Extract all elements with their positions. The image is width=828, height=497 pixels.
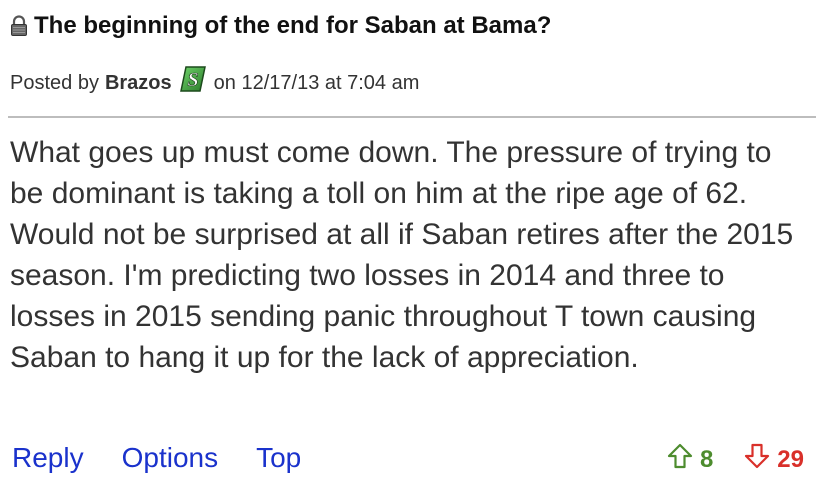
downvote-arrow-icon [743, 442, 777, 477]
author-badge-icon: S [178, 64, 208, 94]
post-meta: Posted by Brazos S on 12/17/13 at 7:04 a… [10, 66, 420, 98]
header-divider [8, 116, 816, 118]
post-date: on 12/17/13 at 7:04 am [213, 71, 420, 94]
upvote-count: 8 [699, 445, 714, 473]
forum-post: The beginning of the end for Saban at Ba… [0, 0, 828, 497]
post-title: The beginning of the end for Saban at Ba… [34, 12, 552, 39]
lock-icon [10, 15, 28, 37]
upvote-arrow-icon [666, 442, 700, 477]
post-title-row: The beginning of the end for Saban at Ba… [10, 12, 551, 40]
posted-by-label: Posted by [10, 71, 99, 94]
vote-controls: 8 29 [666, 442, 804, 477]
downvote-button[interactable]: 29 [743, 442, 804, 477]
downvote-count: 29 [777, 445, 804, 473]
top-link[interactable]: Top [256, 442, 301, 474]
post-actions: Reply Options Top [12, 442, 301, 474]
options-link[interactable]: Options [122, 442, 219, 474]
upvote-button[interactable]: 8 [666, 442, 713, 477]
post-body: What goes up must come down. The pressur… [10, 136, 794, 374]
author-name[interactable]: Brazos [105, 72, 172, 95]
svg-text:S: S [187, 69, 198, 91]
reply-link[interactable]: Reply [12, 442, 84, 474]
